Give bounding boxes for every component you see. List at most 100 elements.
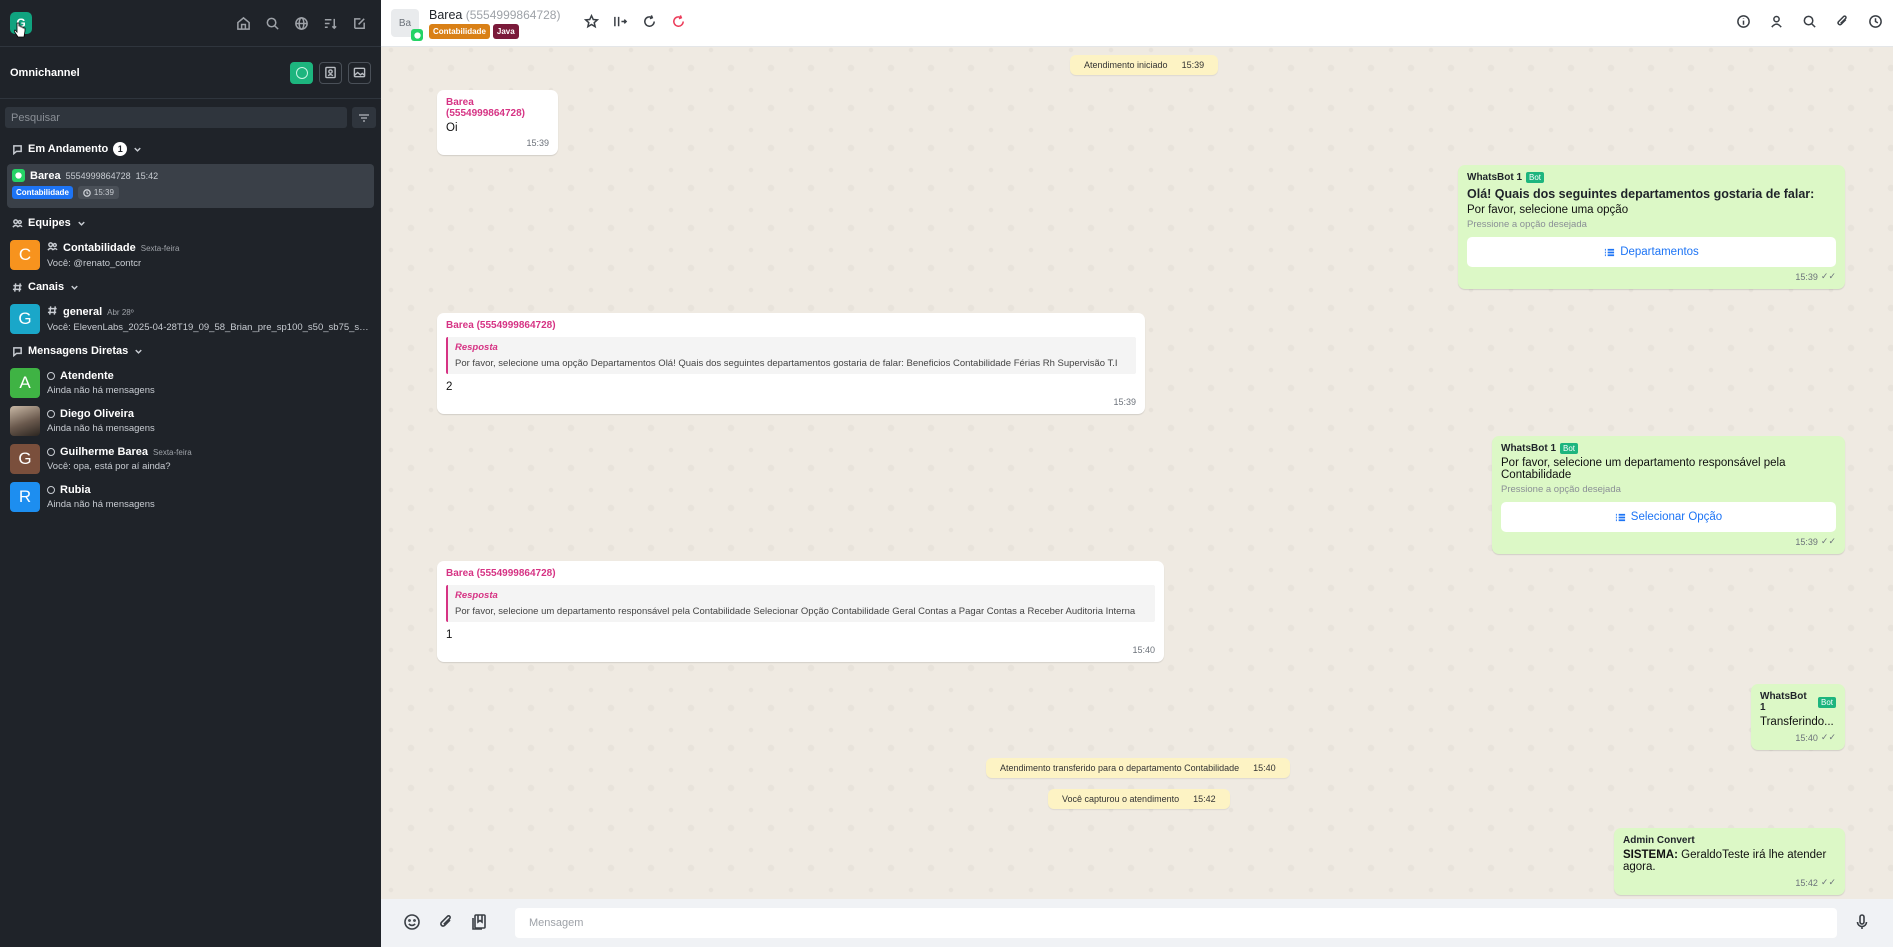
filter-icon xyxy=(359,113,369,122)
room-item[interactable]: R Rubia Ainda não há mensagens xyxy=(0,478,381,516)
room-last-message: Você: opa, está por aí ainda? xyxy=(47,461,171,472)
room-item[interactable]: Diego Oliveira Ainda não há mensagens xyxy=(0,402,381,440)
home-button[interactable] xyxy=(232,12,255,35)
departamentos-list-button[interactable]: Departamentos xyxy=(1467,237,1836,267)
search-button[interactable] xyxy=(261,12,284,35)
section-teams[interactable]: Equipes xyxy=(0,210,381,236)
selecionar-opcao-list-button[interactable]: Selecionar Opção xyxy=(1501,502,1836,532)
read-ticks-icon: ✓✓ xyxy=(1820,732,1836,742)
system-message-transferred: Atendimento transferido para o departame… xyxy=(986,758,1290,778)
return-to-queue-button[interactable] xyxy=(642,14,657,32)
room-name: Atendente xyxy=(60,370,114,382)
room-tags: Contabilidade Java xyxy=(429,23,560,39)
system-time: 15:40 xyxy=(1253,763,1276,773)
conversation-item-barea[interactable]: Barea 5554999864728 15:42 Contabilidade … xyxy=(7,164,374,208)
search-messages-button[interactable] xyxy=(1802,14,1817,32)
message-bubble-outgoing[interactable]: Admin Convert SISTEMA: GeraldoTeste irá … xyxy=(1614,828,1845,895)
image-icon xyxy=(353,67,366,78)
emoji-icon xyxy=(404,913,420,930)
quoted-message[interactable]: Resposta Por favor, selecione um departa… xyxy=(446,585,1155,622)
section-direct-messages[interactable]: Mensagens Diretas xyxy=(0,338,381,364)
section-channels[interactable]: Canais xyxy=(0,274,381,300)
info-icon xyxy=(1737,15,1750,28)
message-bubble-bot-list[interactable]: WhatsBot 1 Bot Por favor, selecione um de… xyxy=(1492,436,1845,554)
system-text: Atendimento iniciado xyxy=(1084,60,1168,70)
list-icon xyxy=(1615,513,1625,521)
message-text: Por favor, selecione uma opção xyxy=(1467,204,1629,216)
clock-icon xyxy=(1869,15,1882,28)
bot-badge: Bot xyxy=(1526,172,1545,183)
quoted-message[interactable]: Resposta Por favor, selecione uma opção … xyxy=(446,337,1136,374)
favorite-button[interactable] xyxy=(584,13,600,32)
omnichannel-status-toggle[interactable] xyxy=(290,61,313,84)
offline-status-icon xyxy=(47,486,55,494)
room-tag: Java xyxy=(492,23,519,39)
quote-text: Por favor, selecione uma opção Departame… xyxy=(455,358,1118,369)
chevron-down-icon xyxy=(78,221,85,226)
in-progress-count-badge: 1 xyxy=(113,142,128,156)
room-name: Rubia xyxy=(60,484,91,496)
canned-responses-button[interactable] xyxy=(471,913,489,934)
room-avatar: G xyxy=(10,304,40,334)
room-name: Guilherme Barea xyxy=(60,446,149,458)
contact-center-button[interactable] xyxy=(319,61,342,84)
search-input[interactable] xyxy=(5,107,347,128)
room-name: Contabilidade xyxy=(63,242,136,254)
microphone-icon xyxy=(1856,913,1868,929)
section-label: Equipes xyxy=(28,217,71,229)
attach-button[interactable] xyxy=(437,913,455,934)
directory-button[interactable] xyxy=(290,12,313,35)
filter-button[interactable] xyxy=(352,107,376,128)
teams-list: C Contabilidade Sexta-feira Você: @renato_c… xyxy=(0,236,381,274)
offline-status-icon xyxy=(47,372,55,380)
room-item[interactable]: C Contabilidade Sexta-feira Você: @renato_c… xyxy=(0,236,381,274)
message-bubble-bot[interactable]: WhatsBot 1 Bot Transferindo... 15:40 ✓✓ xyxy=(1751,684,1845,750)
create-new-button[interactable] xyxy=(348,12,371,35)
quote-title: Resposta xyxy=(455,590,498,601)
chat-bubble-icon xyxy=(13,144,22,155)
conversation-time: 15:42 xyxy=(135,170,159,181)
system-time: 15:39 xyxy=(1181,60,1205,70)
offline-status-icon xyxy=(47,410,55,418)
system-text: Você capturou o atendimento xyxy=(1062,794,1180,804)
edit-icon xyxy=(354,17,365,29)
message-bubble-incoming-reply[interactable]: Barea (5554999864728) Resposta Por favor… xyxy=(437,313,1145,414)
sort-button[interactable] xyxy=(319,12,342,35)
room-item[interactable]: Ggeneral Abr 28º Você: ElevenLabs_2025-04-… xyxy=(0,300,381,338)
search-icon xyxy=(266,17,279,30)
section-in-progress[interactable]: Em Andamento 1 xyxy=(0,136,381,162)
history-button[interactable] xyxy=(1868,14,1883,32)
wait-time: 15:39 xyxy=(93,188,114,197)
read-ticks-icon: ✓✓ xyxy=(1820,877,1836,887)
system-message-captured: Você capturou o atendimento 15:42 xyxy=(1048,789,1230,809)
search-icon xyxy=(1803,15,1816,28)
message-input[interactable] xyxy=(515,908,1837,938)
read-ticks-icon: ✓✓ xyxy=(1820,536,1836,546)
message-bubble-incoming-reply[interactable]: Barea (5554999864728) Resposta Por favor… xyxy=(437,561,1164,662)
room-item[interactable]: G Guilherme Barea Sexta-feira Você: opa, es… xyxy=(0,440,381,478)
message-list: Atendimento iniciado 15:39 Barea (555499… xyxy=(381,47,1893,899)
room-item[interactable]: A Atendente Ainda não há mensagens xyxy=(0,364,381,402)
message-time: 15:40 xyxy=(1132,645,1155,655)
close-chat-button[interactable] xyxy=(671,14,686,32)
message-bubble-incoming[interactable]: Barea (5554999864728) Oi 15:39 xyxy=(437,90,558,155)
message-author: Admin Convert xyxy=(1623,835,1695,846)
contact-info-button[interactable] xyxy=(1769,14,1784,32)
emoji-button[interactable] xyxy=(403,913,421,934)
move-to-queue-button[interactable] xyxy=(613,14,628,32)
conversation-phone: 5554999864728 xyxy=(65,170,131,181)
message-bubble-bot-list[interactable]: WhatsBot 1 Bot Olá! Quais dos seguintes d… xyxy=(1458,165,1845,289)
message-author: Barea (5554999864728) xyxy=(446,568,556,579)
quote-text: Por favor, selecione um departamento res… xyxy=(455,606,1136,617)
list-button-label: Departamentos xyxy=(1620,246,1699,258)
media-gallery-button[interactable] xyxy=(348,61,371,84)
wait-time-badge: 15:39 xyxy=(77,186,119,199)
files-button[interactable] xyxy=(1835,14,1850,32)
voice-message-button[interactable] xyxy=(1853,913,1871,934)
search-row xyxy=(0,99,381,136)
contact-avatar[interactable]: Ba xyxy=(391,9,423,41)
list-icon xyxy=(1605,248,1615,256)
room-info-button[interactable] xyxy=(1736,14,1751,32)
department-tag: Contabilidade xyxy=(12,186,73,199)
star-icon xyxy=(584,13,600,29)
